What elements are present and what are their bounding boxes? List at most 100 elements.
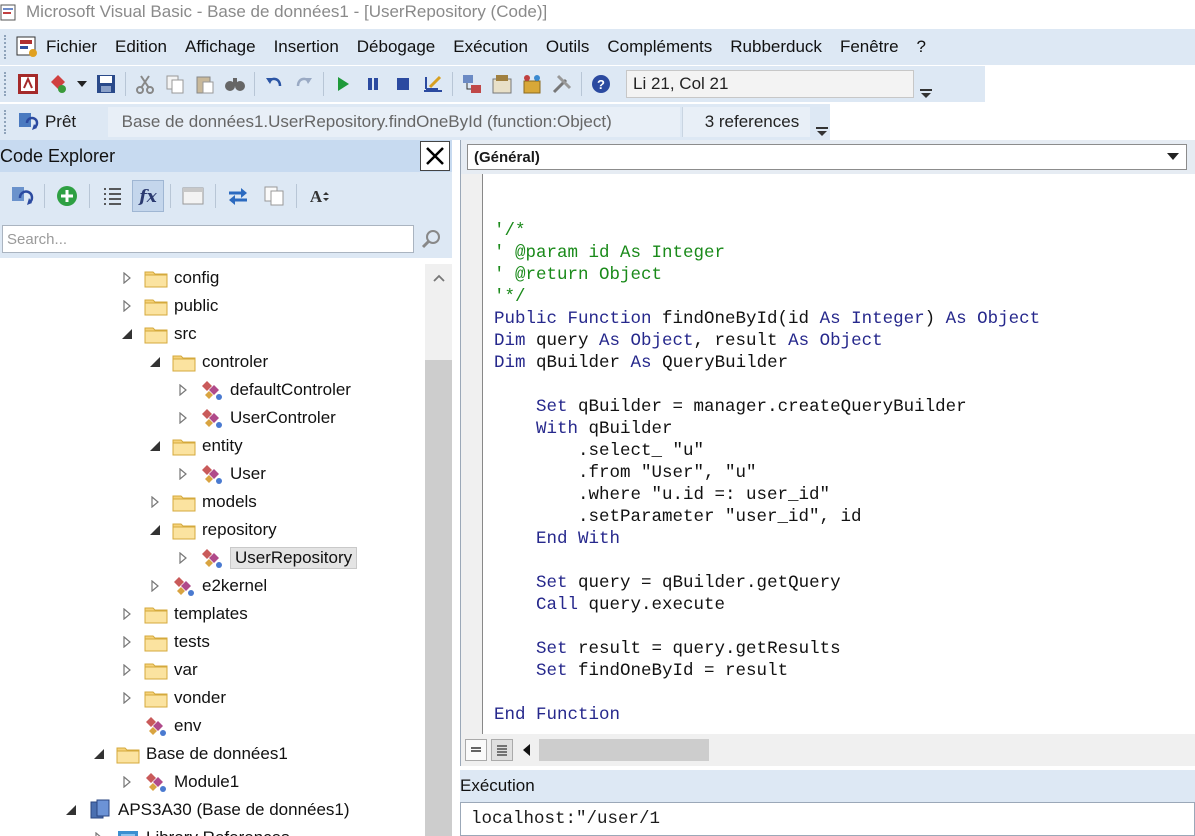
chevron-down-icon[interactable] bbox=[1160, 145, 1186, 169]
references-count[interactable]: 3 references bbox=[681, 107, 811, 137]
full-module-view-icon[interactable] bbox=[491, 739, 513, 761]
immediate-window-input[interactable]: localhost:"/user/1 bbox=[460, 802, 1195, 836]
tree-node[interactable]: UserRepository bbox=[176, 544, 358, 572]
expand-arrow-closed-icon[interactable] bbox=[176, 467, 190, 481]
expand-arrow-open-icon[interactable] bbox=[148, 523, 162, 537]
object-browser-icon[interactable] bbox=[519, 71, 545, 97]
tree-node[interactable]: env bbox=[120, 712, 201, 740]
properties-icon[interactable] bbox=[489, 71, 515, 97]
menu-fichier[interactable]: Fichier bbox=[40, 37, 106, 57]
add-icon[interactable] bbox=[51, 180, 83, 212]
expand-arrow-closed-icon[interactable] bbox=[120, 775, 134, 789]
expand-arrow-closed-icon[interactable] bbox=[120, 299, 134, 313]
expand-arrow-closed-icon[interactable] bbox=[176, 551, 190, 565]
toolbar-grip[interactable] bbox=[4, 72, 10, 96]
tree-scrollbar[interactable] bbox=[425, 264, 452, 836]
toolbar-options-icon[interactable] bbox=[918, 69, 934, 99]
refresh-icon[interactable] bbox=[6, 180, 38, 212]
menu-edition[interactable]: Edition bbox=[106, 37, 176, 57]
display-list-icon[interactable] bbox=[96, 180, 128, 212]
scroll-up-icon[interactable] bbox=[425, 264, 452, 292]
menu-fenetre[interactable]: Fenêtre bbox=[831, 37, 908, 57]
help-icon[interactable]: ? bbox=[588, 71, 614, 97]
expand-arrow-closed-icon[interactable] bbox=[120, 635, 134, 649]
tree-node[interactable]: public bbox=[120, 292, 218, 320]
expand-arrow-closed-icon[interactable] bbox=[120, 691, 134, 705]
design-mode-icon[interactable] bbox=[420, 71, 446, 97]
menu-help[interactable]: ? bbox=[908, 37, 935, 57]
tree-node[interactable]: User bbox=[176, 460, 266, 488]
expand-arrow-closed-icon[interactable] bbox=[120, 271, 134, 285]
break-icon[interactable] bbox=[360, 71, 386, 97]
menu-rubberduck[interactable]: Rubberduck bbox=[721, 37, 831, 57]
expand-arrow-open-icon[interactable] bbox=[148, 439, 162, 453]
find-icon[interactable] bbox=[222, 71, 248, 97]
menu-execution[interactable]: Exécution bbox=[444, 37, 537, 57]
redo-icon[interactable] bbox=[291, 71, 317, 97]
scrollbar-thumb[interactable] bbox=[425, 360, 452, 836]
expand-arrow-open-icon[interactable] bbox=[120, 327, 134, 341]
toolbox-icon[interactable] bbox=[549, 71, 575, 97]
tree-node[interactable]: models bbox=[148, 488, 257, 516]
toolbar-grip[interactable] bbox=[4, 35, 10, 59]
run-icon[interactable] bbox=[330, 71, 356, 97]
tree-node[interactable]: templates bbox=[120, 600, 248, 628]
project-explorer-icon[interactable] bbox=[459, 71, 485, 97]
tree-node[interactable]: Library References bbox=[92, 824, 290, 836]
save-icon[interactable] bbox=[93, 71, 119, 97]
expand-arrow-open-icon[interactable] bbox=[148, 355, 162, 369]
expand-arrow-closed-icon[interactable] bbox=[148, 495, 162, 509]
menu-affichage[interactable]: Affichage bbox=[176, 37, 265, 57]
tree-node[interactable]: entity bbox=[148, 432, 243, 460]
close-icon[interactable] bbox=[420, 141, 450, 171]
code-editor[interactable]: '/* ' @param id As Integer ' @return Objec… bbox=[494, 198, 1040, 726]
menu-insertion[interactable]: Insertion bbox=[265, 37, 348, 57]
expand-arrow-closed-icon[interactable] bbox=[148, 579, 162, 593]
rubberduck-status[interactable]: Prêt bbox=[17, 111, 108, 133]
tree-node[interactable]: UserControler bbox=[176, 404, 336, 432]
expand-arrow-closed-icon[interactable] bbox=[92, 831, 106, 836]
object-dropdown[interactable]: (Général) bbox=[467, 144, 1187, 170]
form-view-icon[interactable] bbox=[177, 180, 209, 212]
code-margin[interactable] bbox=[461, 174, 483, 734]
tree-node[interactable]: tests bbox=[120, 628, 210, 656]
font-size-icon[interactable]: A bbox=[303, 180, 335, 212]
tree-node[interactable]: Base de données1 bbox=[92, 740, 288, 768]
vba-menu-icon[interactable] bbox=[14, 34, 40, 60]
expand-arrow-open-icon[interactable] bbox=[92, 747, 106, 761]
tree-node[interactable]: defaultControler bbox=[176, 376, 351, 404]
expand-arrow-open-icon[interactable] bbox=[64, 803, 78, 817]
access-icon[interactable] bbox=[15, 71, 41, 97]
cut-icon[interactable] bbox=[132, 71, 158, 97]
menu-complements[interactable]: Compléments bbox=[598, 37, 721, 57]
horizontal-scrollbar-thumb[interactable] bbox=[539, 739, 709, 761]
search-icon[interactable] bbox=[418, 226, 444, 252]
function-icon[interactable]: fx bbox=[132, 180, 164, 212]
search-input[interactable] bbox=[2, 225, 414, 253]
tree-node[interactable]: src bbox=[120, 320, 197, 348]
tree-node[interactable]: e2kernel bbox=[148, 572, 267, 600]
tree-node[interactable]: config bbox=[120, 264, 219, 292]
tree-node[interactable]: Module1 bbox=[120, 768, 239, 796]
chevron-down-icon[interactable] bbox=[75, 71, 89, 97]
menu-debogage[interactable]: Débogage bbox=[348, 37, 444, 57]
expand-arrow-closed-icon[interactable] bbox=[176, 383, 190, 397]
paste-icon[interactable] bbox=[192, 71, 218, 97]
tree-node[interactable]: controler bbox=[148, 348, 268, 376]
tree-node[interactable]: APS3A30 (Base de données1) bbox=[64, 796, 350, 824]
copy-icon[interactable] bbox=[258, 180, 290, 212]
procedure-view-icon[interactable] bbox=[465, 739, 487, 761]
expand-arrow-closed-icon[interactable] bbox=[120, 607, 134, 621]
toolbar-options-icon[interactable] bbox=[814, 107, 830, 137]
undo-icon[interactable] bbox=[261, 71, 287, 97]
tree-node[interactable]: repository bbox=[148, 516, 277, 544]
sync-icon[interactable] bbox=[222, 180, 254, 212]
toolbar-grip[interactable] bbox=[4, 110, 10, 134]
menu-outils[interactable]: Outils bbox=[537, 37, 598, 57]
expand-arrow-closed-icon[interactable] bbox=[120, 663, 134, 677]
insert-module-icon[interactable] bbox=[45, 71, 71, 97]
tree-node[interactable]: var bbox=[120, 656, 198, 684]
reset-icon[interactable] bbox=[390, 71, 416, 97]
copy-icon[interactable] bbox=[162, 71, 188, 97]
expand-arrow-closed-icon[interactable] bbox=[176, 411, 190, 425]
